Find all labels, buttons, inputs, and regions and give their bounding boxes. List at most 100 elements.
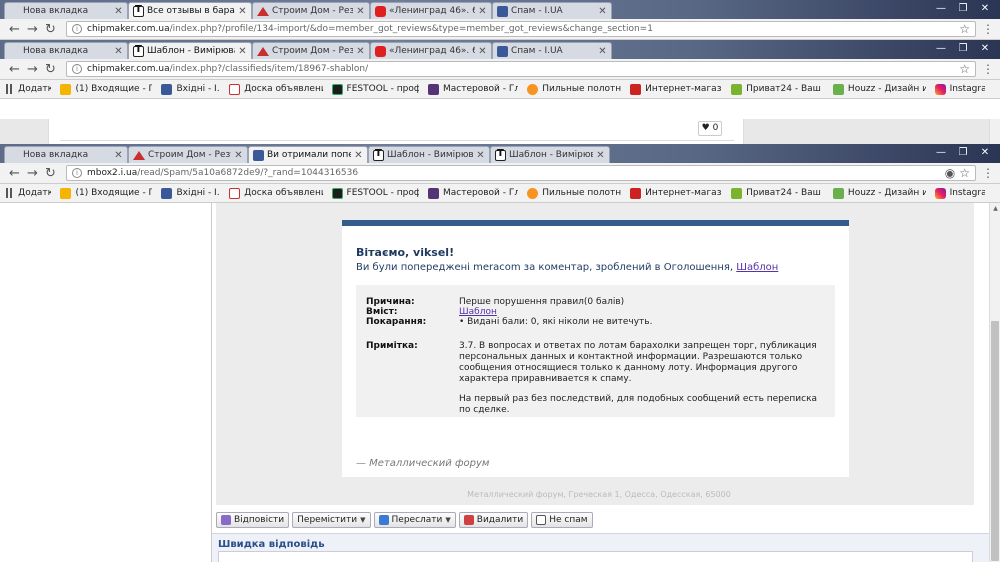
eye-icon[interactable]: ◉ (945, 166, 955, 180)
bookmark-mail[interactable]: (1) Входящие - Почт (60, 187, 152, 199)
close-icon[interactable]: ✕ (598, 46, 607, 57)
content-link[interactable]: Шаблон (459, 307, 497, 317)
tab-shablon[interactable]: Шаблон - Вимірювальн ✕ (128, 42, 252, 59)
tab-warning-mail[interactable]: Ви отримали попередж ✕ (248, 146, 368, 163)
tab-spam[interactable]: Спам - I.UA ✕ (492, 42, 612, 59)
close-window-icon[interactable]: ✕ (974, 3, 996, 16)
close-icon[interactable]: ✕ (234, 150, 243, 161)
bookmark-iua[interactable]: Вхідні - I.UA (161, 83, 220, 95)
maximize-icon[interactable]: ❐ (952, 43, 974, 56)
bookmark-privat24[interactable]: Приват24 - Ваш жив (731, 187, 824, 199)
forward-arrow-icon[interactable]: → (24, 22, 41, 37)
bookmark-masterovoy[interactable]: Мастеровой - Главн (428, 187, 518, 199)
tab-reviews[interactable]: Все отзывы в барахолке ✕ (128, 2, 252, 19)
menu-icon[interactable]: ⋮ (982, 166, 994, 180)
bookmark-festool[interactable]: FESTOOL - професс (331, 83, 419, 95)
bookmark-star-icon[interactable]: ☆ (959, 22, 970, 36)
site-t-icon (133, 44, 144, 57)
scrollbar[interactable] (989, 119, 1000, 144)
close-icon[interactable]: ✕ (356, 6, 365, 17)
reply-button[interactable]: Відповісти (216, 512, 290, 528)
like-button[interactable]: ♥ 0 (698, 121, 722, 136)
tab-new[interactable]: Нова вкладка ✕ (4, 146, 128, 163)
scrollbar-thumb[interactable] (991, 321, 999, 561)
close-icon[interactable]: ✕ (238, 46, 247, 57)
bookmark-houzz[interactable]: Houzz - Дизайн инте (832, 83, 926, 95)
tab-shablon-2[interactable]: Шаблон - Вимірювальн ✕ (490, 146, 610, 163)
bookmark-saw-blades[interactable]: Пильные полотна F8 (527, 83, 621, 95)
close-icon[interactable]: ✕ (354, 150, 363, 161)
reload-icon[interactable]: ↻ (42, 22, 59, 37)
maximize-icon[interactable]: ❐ (952, 147, 974, 160)
forward-arrow-icon[interactable]: → (24, 166, 41, 181)
close-icon[interactable]: ✕ (478, 46, 487, 57)
close-icon[interactable]: ✕ (476, 150, 485, 161)
close-window-icon[interactable]: ✕ (974, 43, 996, 56)
tab-build-house[interactable]: Строим Дом - Результ ✕ (128, 146, 248, 163)
reload-icon[interactable]: ↻ (42, 166, 59, 181)
bookmark-masterovoy[interactable]: Мастеровой - Главн (428, 83, 518, 95)
reload-icon[interactable]: ↻ (42, 62, 59, 77)
close-icon[interactable]: ✕ (114, 150, 123, 161)
not-spam-button[interactable]: Не спам (531, 512, 593, 528)
shop-icon (630, 83, 642, 95)
quick-reply-input[interactable] (218, 551, 973, 562)
info-icon[interactable]: i (72, 168, 82, 178)
url-field[interactable]: i mbox2.i.ua /read/Spam/5a10a6872de9/?_r… (66, 165, 976, 181)
bookmark-instagram[interactable]: Instagram (934, 187, 985, 199)
close-icon[interactable]: ✕ (114, 46, 123, 57)
url-field[interactable]: i chipmaker.com.ua /index.php?/profile/1… (66, 21, 976, 37)
close-icon[interactable]: ✕ (238, 6, 247, 17)
close-icon[interactable]: ✕ (356, 46, 365, 57)
tab-new[interactable]: Нова вкладка ✕ (4, 2, 128, 19)
bookmark-saw-blades[interactable]: Пильные полотна F8 (527, 187, 621, 199)
close-icon[interactable]: ✕ (114, 6, 123, 17)
close-icon[interactable]: ✕ (598, 6, 607, 17)
menu-icon[interactable]: ⋮ (982, 62, 994, 76)
bookmark-festool[interactable]: FESTOOL - професс (331, 187, 419, 199)
move-button[interactable]: Перемістити ▼ (292, 512, 371, 528)
back-arrow-icon[interactable]: ← (6, 22, 23, 37)
info-icon[interactable]: i (72, 24, 82, 34)
forward-button[interactable]: Переслати ▼ (373, 512, 456, 528)
forward-arrow-icon[interactable]: → (24, 62, 41, 77)
bookmark-apps[interactable]: Додатки (6, 84, 51, 94)
bookmark-doska[interactable]: Доска объявлений С (229, 187, 323, 199)
tab-youtube[interactable]: «Ленинград 46». 6 серия ✕ (370, 42, 492, 59)
menu-icon[interactable]: ⋮ (982, 22, 994, 36)
scroll-up-icon[interactable]: ▲ (990, 203, 1000, 214)
bookmark-star-icon[interactable]: ☆ (959, 166, 970, 180)
bookmark-iua[interactable]: Вхідні - I.UA (161, 187, 220, 199)
url-field[interactable]: i chipmaker.com.ua /index.php?/classifie… (66, 61, 976, 77)
info-icon[interactable]: i (72, 64, 82, 74)
back-arrow-icon[interactable]: ← (6, 62, 23, 77)
content-label: Вміст: (366, 307, 398, 317)
tab-build-house[interactable]: Строим Дом - Результ ✕ (252, 42, 370, 59)
warning-link[interactable]: Шаблон (736, 262, 778, 273)
back-arrow-icon[interactable]: ← (6, 166, 23, 181)
tab-youtube[interactable]: «Ленинград 46». 6 серия ✕ (370, 2, 492, 19)
bookmark-instagram[interactable]: Instagram (934, 83, 985, 95)
bookmark-star-icon[interactable]: ☆ (959, 62, 970, 76)
scrollbar[interactable]: ▲ (989, 203, 1000, 562)
minimize-icon[interactable]: — (930, 43, 952, 56)
delete-button[interactable]: Видалити (458, 512, 529, 528)
tab-shablon-1[interactable]: Шаблон - Вимірювальн ✕ (368, 146, 490, 163)
tab-new[interactable]: Нова вкладка ✕ (4, 42, 128, 59)
bookmark-doska[interactable]: Доска объявлений С (229, 83, 323, 95)
bookmark-apps[interactable]: Додатки (6, 188, 51, 198)
minimize-icon[interactable]: — (930, 3, 952, 16)
bookmark-shop[interactable]: Интернет-магазин с (630, 187, 722, 199)
maximize-icon[interactable]: ❐ (952, 3, 974, 16)
close-icon[interactable]: ✕ (478, 6, 487, 17)
tab-spam[interactable]: Спам - I.UA ✕ (492, 2, 612, 19)
close-icon[interactable]: ✕ (596, 150, 605, 161)
bookmark-mail[interactable]: (1) Входящие - Почт (60, 83, 152, 95)
close-window-icon[interactable]: ✕ (974, 147, 996, 160)
bookmark-houzz[interactable]: Houzz - Дизайн инте (832, 187, 926, 199)
bookmark-shop[interactable]: Интернет-магазин с (630, 83, 722, 95)
minimize-icon[interactable]: — (930, 147, 952, 160)
bookmark-privat24[interactable]: Приват24 - Ваш жив (731, 83, 824, 95)
privat24-icon (731, 83, 743, 95)
tab-build-house[interactable]: Строим Дом - Результ ✕ (252, 2, 370, 19)
